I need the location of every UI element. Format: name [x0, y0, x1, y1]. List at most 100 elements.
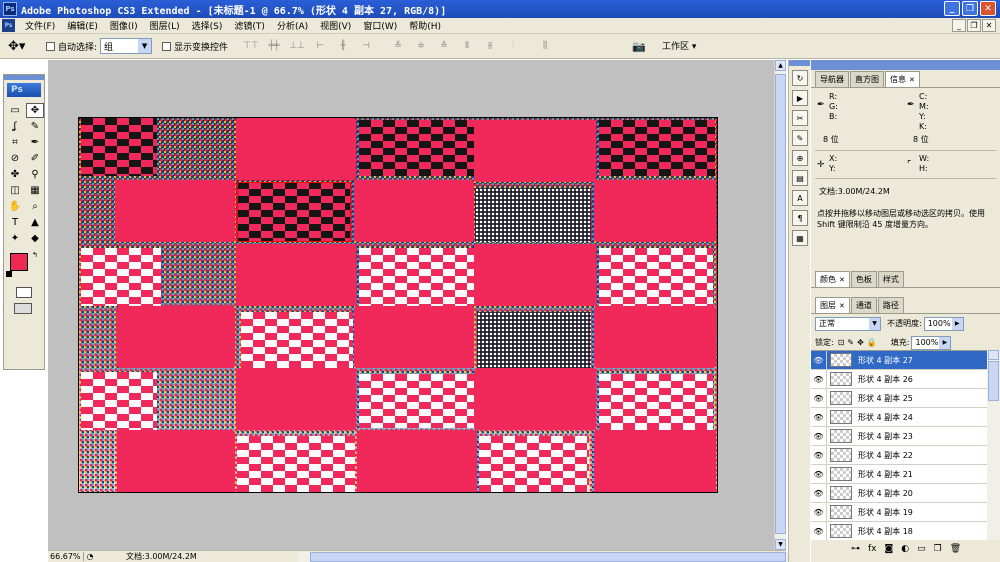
doc-close-button[interactable]: ✕ — [982, 19, 996, 32]
visibility-eye-icon[interactable]: 👁 — [811, 445, 827, 465]
visibility-eye-icon[interactable]: 👁 — [811, 388, 827, 408]
close-tab-icon[interactable]: ✕ — [839, 276, 845, 284]
visibility-eye-icon[interactable]: 👁 — [811, 521, 827, 540]
layer-row[interactable]: 👁 形状 4 副本 25 — [811, 388, 987, 408]
artwork-shape[interactable] — [359, 248, 475, 306]
layer-thumbnail[interactable] — [830, 410, 852, 424]
workspace-button[interactable]: 工作区 ▾ — [662, 39, 696, 52]
paragraph-icon[interactable]: ¶ — [792, 210, 808, 226]
layer-row[interactable]: 👁 形状 4 副本 23 — [811, 426, 987, 446]
tool-icon[interactable]: ⚲ — [26, 167, 44, 182]
distribute-vcenter-icon[interactable]: ≑ — [412, 39, 430, 53]
toolbox-grip[interactable] — [4, 75, 44, 80]
tool-icon[interactable]: ◆ — [26, 231, 44, 246]
layer-name[interactable]: 形状 4 副本 24 — [858, 412, 913, 423]
ps-menu-icon[interactable]: Ps — [2, 19, 15, 32]
artwork-shape[interactable] — [599, 374, 713, 430]
history-icon[interactable]: ↻ — [792, 70, 808, 86]
artwork-shape[interactable] — [359, 120, 477, 176]
screen-mode-icon[interactable] — [14, 303, 32, 314]
tool-icon[interactable]: ▭ — [6, 103, 24, 118]
artwork-shape[interactable] — [241, 312, 353, 368]
align-vcenter-icon[interactable]: ╪╪ — [265, 39, 283, 53]
dock-grip[interactable] — [789, 60, 810, 66]
scroll-thumb[interactable] — [775, 74, 786, 534]
visibility-eye-icon[interactable]: 👁 — [811, 426, 827, 446]
layer-thumbnail[interactable] — [830, 429, 852, 443]
delete-layer-icon[interactable]: 🗑 — [950, 544, 961, 554]
layer-thumbnail[interactable] — [830, 372, 852, 386]
bridge-icon[interactable]: 📷 — [632, 40, 646, 53]
align-top-icon[interactable]: ⊤⊤ — [242, 39, 260, 53]
horizontal-scrollbar[interactable] — [298, 552, 798, 562]
minimize-button[interactable]: _ — [944, 1, 960, 16]
auto-align-layers-icon[interactable]: ⫼ — [536, 39, 554, 53]
artwork-shape[interactable] — [236, 118, 356, 180]
menu-item[interactable]: 图层(L) — [144, 19, 186, 32]
layer-row[interactable]: 👁 形状 4 副本 27 — [811, 351, 987, 370]
artwork-shape[interactable] — [594, 306, 716, 368]
menu-item[interactable]: 视图(V) — [314, 19, 357, 32]
tool-icon[interactable]: T — [6, 215, 24, 230]
layer-name[interactable]: 形状 4 副本 25 — [858, 393, 913, 404]
status-menu-icon[interactable]: ◔ — [84, 552, 96, 561]
artwork-shape[interactable] — [594, 180, 716, 242]
menu-item[interactable]: 图像(I) — [104, 19, 144, 32]
artwork-shape[interactable] — [357, 430, 477, 492]
hscroll-thumb[interactable] — [310, 552, 786, 562]
artwork-shape[interactable] — [115, 180, 235, 242]
maximize-button[interactable]: ❐ — [962, 1, 978, 16]
visibility-eye-icon[interactable]: 👁 — [811, 464, 827, 484]
move-tool-preset-icon[interactable]: ✥▾ — [8, 39, 36, 54]
layer-row[interactable]: 👁 形状 4 副本 21 — [811, 464, 987, 484]
panel-tab[interactable]: 样式 — [877, 271, 904, 287]
menu-item[interactable]: 帮助(H) — [403, 19, 447, 32]
layer-name[interactable]: 形状 4 副本 20 — [858, 488, 913, 499]
layer-mask-icon[interactable]: ◙ — [885, 544, 894, 554]
layer-row[interactable]: 👁 形状 4 副本 26 — [811, 369, 987, 389]
layer-name[interactable]: 形状 4 副本 18 — [858, 526, 913, 537]
artwork-shape[interactable] — [236, 368, 356, 430]
artwork-shape[interactable] — [81, 372, 157, 430]
new-group-icon[interactable]: ▭ — [917, 544, 926, 554]
panel-tab[interactable]: 导航器 — [815, 71, 849, 87]
visibility-eye-icon[interactable]: 👁 — [811, 369, 827, 389]
quick-mask-icon[interactable] — [16, 287, 32, 298]
doc-minimize-button[interactable]: _ — [952, 19, 966, 32]
artwork-shape[interactable] — [117, 430, 235, 492]
tool-icon[interactable]: ◫ — [6, 183, 24, 198]
layer-name[interactable]: 形状 4 副本 23 — [858, 431, 913, 442]
artwork-shape[interactable] — [474, 368, 596, 430]
blend-mode-dropdown[interactable]: 正常 ▼ — [815, 316, 881, 331]
layer-row[interactable]: 👁 形状 4 副本 18 — [811, 521, 987, 540]
scroll-up-icon[interactable] — [988, 350, 999, 360]
new-layer-icon[interactable]: ❐ — [934, 544, 942, 554]
artwork-shape[interactable] — [477, 312, 591, 368]
tool-icon[interactable]: ✐ — [26, 151, 44, 166]
tool-icon[interactable]: ⊘ — [6, 151, 24, 166]
tool-icon[interactable]: ✎ — [26, 119, 44, 134]
artwork-shape[interactable] — [81, 248, 161, 306]
tool-icon[interactable]: ⌕ — [26, 199, 44, 214]
lock-all-icon[interactable]: 🔒 — [867, 338, 877, 347]
layer-scroll-thumb[interactable] — [988, 361, 999, 401]
layer-list[interactable]: 👁 形状 4 副本 27 👁 形状 4 副本 26 👁 形状 4 副本 25 👁 形状 4 副… — [811, 350, 987, 540]
default-colors-icon[interactable] — [6, 271, 12, 277]
artwork-shape[interactable] — [599, 120, 715, 176]
distribute-hcenter-icon[interactable]: ⫵ — [481, 39, 499, 53]
eyedropper-icon[interactable]: ✒ — [817, 100, 825, 110]
layer-name[interactable]: 形状 4 副本 22 — [858, 450, 913, 461]
layer-style-icon[interactable]: fx — [868, 544, 877, 554]
artwork-shape[interactable] — [474, 244, 596, 306]
menu-item[interactable]: 滤镜(T) — [228, 19, 271, 32]
lock-pixels-icon[interactable]: ✎ — [847, 338, 854, 347]
align-bottom-icon[interactable]: ⊥⊥ — [288, 39, 306, 53]
panel-tab[interactable]: 颜色 ✕ — [815, 271, 850, 287]
tool-icon[interactable]: ✤ — [6, 167, 24, 182]
foreground-color-swatch[interactable] — [10, 253, 28, 271]
character-icon[interactable]: A — [792, 190, 808, 206]
measurement-icon[interactable]: ▦ — [792, 230, 808, 246]
layer-thumbnail[interactable] — [830, 391, 852, 405]
artwork-shape[interactable] — [474, 120, 596, 182]
menu-item[interactable]: 选择(S) — [186, 19, 229, 32]
